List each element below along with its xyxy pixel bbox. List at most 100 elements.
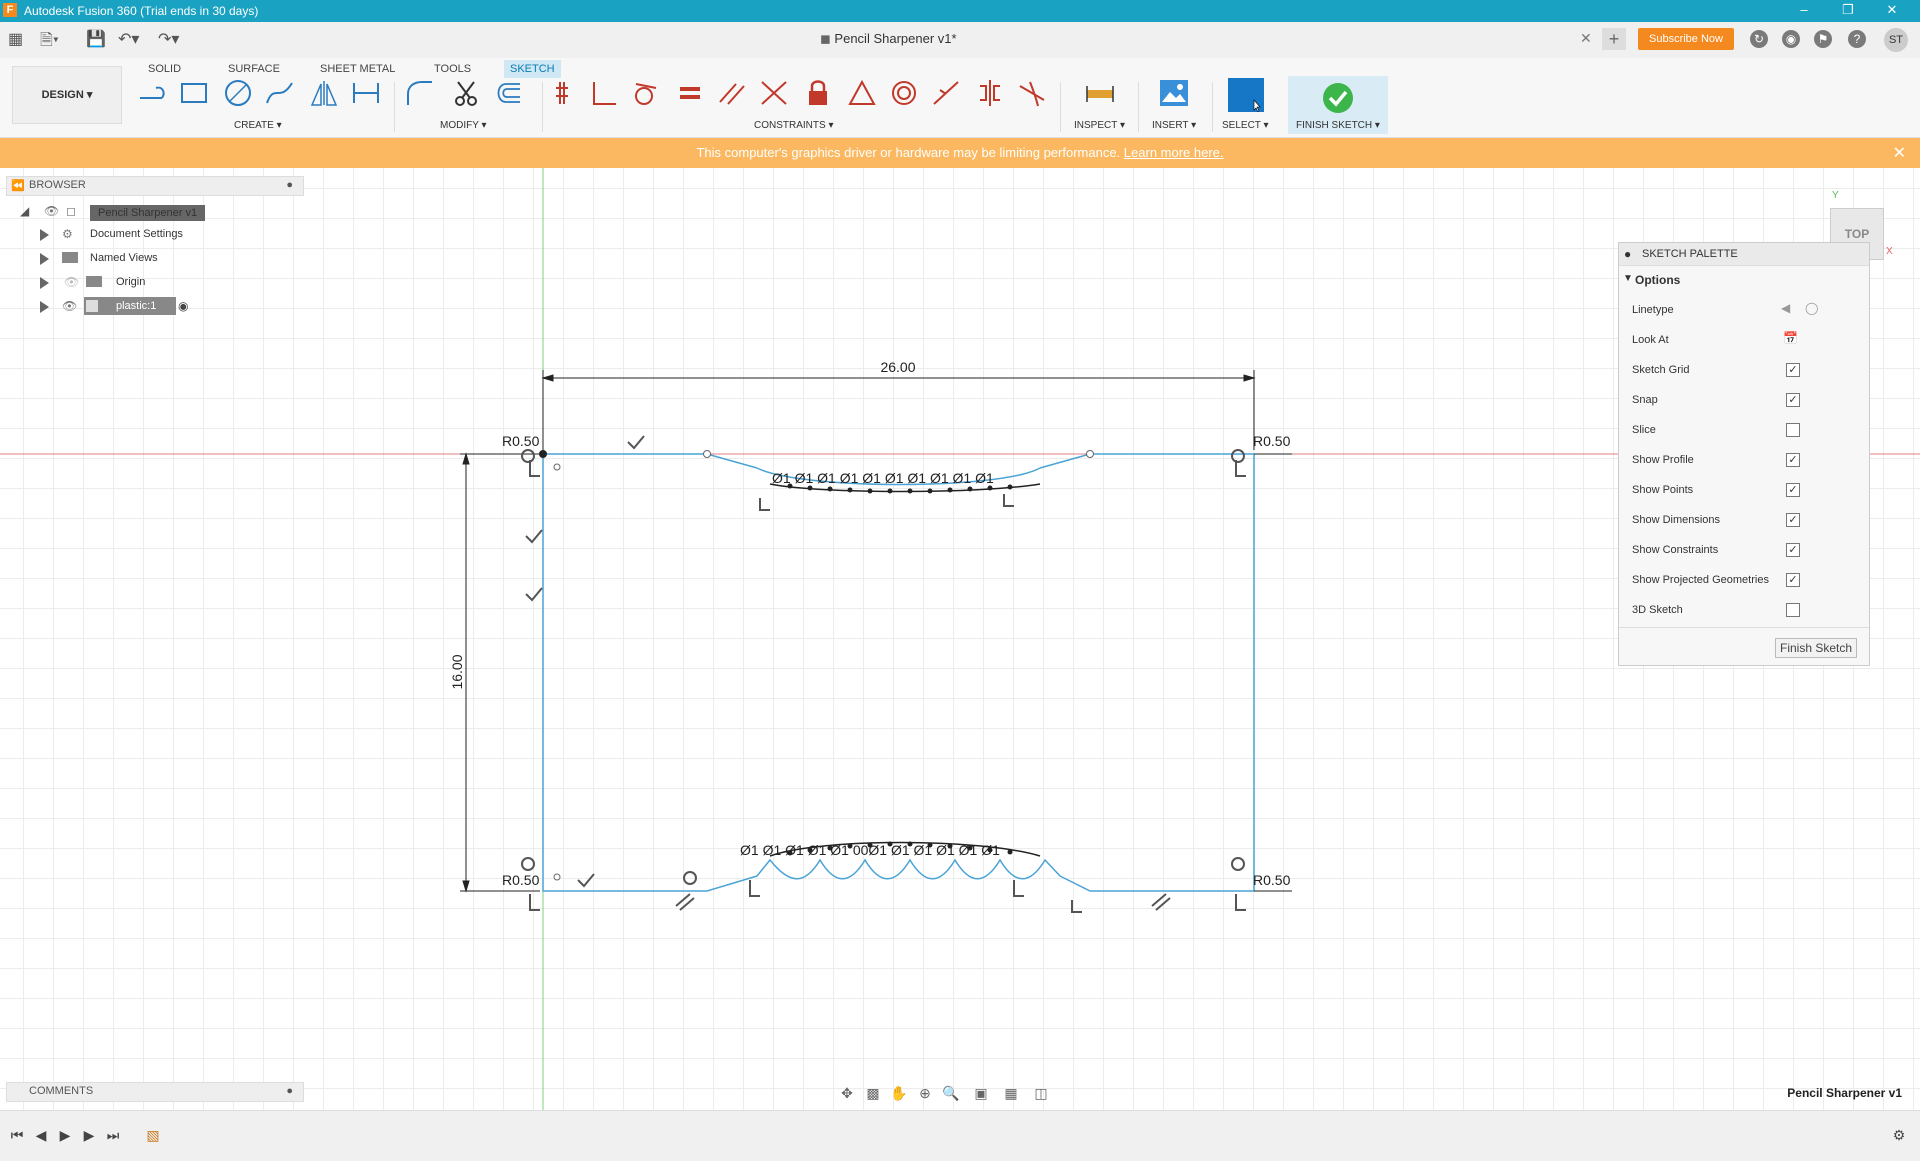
section-expand-icon[interactable]: ▼ bbox=[1623, 273, 1633, 284]
radius-label-top-left[interactable]: R0.50 bbox=[502, 433, 540, 449]
browser-item-label: plastic:1 bbox=[116, 300, 157, 312]
expand-triangle-icon[interactable] bbox=[40, 277, 49, 289]
option-label: Show Dimensions bbox=[1632, 514, 1721, 526]
dimension-lines bbox=[460, 370, 1292, 893]
option-slice[interactable]: Slice bbox=[1619, 417, 1869, 443]
browser-item-label: Origin bbox=[116, 276, 146, 288]
folder-icon bbox=[86, 276, 102, 287]
checkbox[interactable]: ✓ bbox=[1786, 363, 1800, 377]
linetype-label: Linetype bbox=[1632, 304, 1674, 316]
option-sketch-grid[interactable]: Sketch Grid ✓ bbox=[1619, 357, 1869, 383]
option-label: Snap bbox=[1632, 394, 1658, 406]
browser-item-origin[interactable]: 👁 Origin bbox=[6, 273, 302, 295]
browser-item-label: Named Views bbox=[90, 252, 158, 264]
sketch-palette: ● SKETCH PALETTE ▼ Options Linetype ◀ ◯ … bbox=[1618, 242, 1870, 666]
browser-item-label: Pencil Sharpener v1 bbox=[90, 205, 206, 221]
palette-finish-sketch-button[interactable]: Finish Sketch bbox=[1775, 638, 1857, 658]
option-snap[interactable]: Snap ✓ bbox=[1619, 387, 1869, 413]
radius-label-top-right[interactable]: R0.50 bbox=[1253, 433, 1291, 449]
checkbox[interactable] bbox=[1786, 603, 1800, 617]
browser-pin-icon[interactable]: ● bbox=[286, 179, 293, 191]
look-at-nav-icon[interactable]: ▩ bbox=[864, 1084, 882, 1102]
option-show-profile[interactable]: Show Profile ✓ bbox=[1619, 447, 1869, 473]
browser-item-label: Document Settings bbox=[90, 228, 183, 240]
pan-hand-icon[interactable]: ✋ bbox=[890, 1084, 908, 1102]
browser-item-plastic[interactable]: 👁 plastic:1 ◉ bbox=[6, 297, 302, 319]
look-at-label: Look At bbox=[1632, 334, 1669, 346]
status-document-name: Pencil Sharpener v1 bbox=[1787, 1086, 1902, 1100]
display-settings-icon[interactable]: ▣ bbox=[972, 1084, 990, 1102]
width-dimension-label[interactable]: 26.00 bbox=[880, 359, 915, 375]
checkbox[interactable]: ✓ bbox=[1786, 393, 1800, 407]
option-label: Show Profile bbox=[1632, 454, 1694, 466]
grid-settings-icon[interactable]: ▦ bbox=[1002, 1084, 1020, 1102]
expand-triangle-icon[interactable]: ◢ bbox=[20, 204, 29, 218]
checkbox[interactable] bbox=[1786, 423, 1800, 437]
visibility-eye-icon[interactable]: 👁 bbox=[44, 204, 59, 218]
option-label: Show Projected Geometries bbox=[1632, 574, 1769, 586]
y-axis-indicator: Y bbox=[1832, 190, 1839, 201]
height-dimension-label[interactable]: 16.00 bbox=[449, 654, 465, 689]
activate-radio-icon[interactable]: ◉ bbox=[178, 299, 188, 313]
browser-item-root[interactable]: ◢ 👁 ◻ Pencil Sharpener v1 bbox=[6, 202, 302, 224]
browser-panel: ⏪ BROWSER ● ◢ 👁 ◻ Pencil Sharpener v1 ⚙ … bbox=[6, 176, 304, 320]
play-icon[interactable]: ▶ bbox=[56, 1127, 74, 1145]
profile-outline[interactable] bbox=[542, 453, 1255, 892]
palette-header: ● SKETCH PALETTE bbox=[1619, 243, 1869, 266]
sketch-points[interactable] bbox=[539, 450, 1013, 856]
browser-item-document-settings[interactable]: ⚙ Document Settings bbox=[6, 225, 302, 247]
go-to-end-icon[interactable]: ⏭ bbox=[104, 1127, 122, 1145]
palette-divider bbox=[1619, 627, 1869, 628]
zoom-window-icon[interactable]: 🔍 bbox=[942, 1084, 960, 1102]
option-show-points[interactable]: Show Points ✓ bbox=[1619, 477, 1869, 503]
option-show-projected-geometries[interactable]: Show Projected Geometries ✓ bbox=[1619, 567, 1869, 593]
expand-triangle-icon[interactable] bbox=[40, 253, 49, 265]
option-3d-sketch[interactable]: 3D Sketch bbox=[1619, 597, 1869, 623]
hidden-eye-icon[interactable]: 👁 bbox=[64, 275, 79, 289]
endpoint-markers[interactable] bbox=[553, 450, 1094, 881]
visibility-eye-icon[interactable]: 👁 bbox=[62, 299, 77, 313]
expand-triangle-icon[interactable] bbox=[40, 301, 49, 313]
browser-title: BROWSER bbox=[29, 179, 86, 191]
constraint-glyphs[interactable] bbox=[521, 435, 1246, 913]
checkbox[interactable]: ✓ bbox=[1786, 453, 1800, 467]
comments-toggle-icon[interactable]: ● bbox=[286, 1085, 293, 1097]
folder-icon bbox=[62, 252, 78, 263]
orbit-icon[interactable]: ✥ bbox=[838, 1084, 856, 1102]
centerline-linetype-icon[interactable]: ◯ bbox=[1805, 301, 1818, 315]
option-show-constraints[interactable]: Show Constraints ✓ bbox=[1619, 537, 1869, 563]
curve-point-chain bbox=[769, 483, 1041, 857]
checkbox[interactable]: ✓ bbox=[1786, 543, 1800, 557]
timeline-settings-gear-icon[interactable]: ⚙ bbox=[1890, 1127, 1908, 1145]
option-label: Show Points bbox=[1632, 484, 1694, 496]
comments-panel[interactable]: COMMENTS ● bbox=[6, 1082, 304, 1102]
look-at-icon[interactable]: 📅 bbox=[1783, 331, 1798, 345]
palette-row-look-at: Look At 📅 bbox=[1619, 327, 1869, 353]
checkbox[interactable]: ✓ bbox=[1786, 513, 1800, 527]
go-to-start-icon[interactable]: ⏮ bbox=[8, 1127, 26, 1145]
sketch-timeline-feature-icon[interactable]: ▧ bbox=[144, 1127, 162, 1145]
zoom-icon[interactable]: ⊕ bbox=[916, 1084, 934, 1102]
option-label: Show Constraints bbox=[1632, 544, 1719, 556]
palette-title: SKETCH PALETTE bbox=[1642, 248, 1738, 260]
comments-title: COMMENTS bbox=[29, 1085, 94, 1097]
checkbox[interactable]: ✓ bbox=[1786, 483, 1800, 497]
expand-triangle-icon[interactable] bbox=[40, 229, 49, 241]
option-label: Slice bbox=[1632, 424, 1656, 436]
step-back-icon[interactable]: ◀ bbox=[32, 1127, 50, 1145]
palette-section-options[interactable]: ▼ Options bbox=[1619, 267, 1869, 293]
collapse-panel-icon[interactable]: ⏪ bbox=[11, 179, 25, 192]
checkbox[interactable]: ✓ bbox=[1786, 573, 1800, 587]
option-show-dimensions[interactable]: Show Dimensions ✓ bbox=[1619, 507, 1869, 533]
palette-collapse-icon[interactable]: ● bbox=[1624, 247, 1631, 261]
top-curve-dimensions[interactable]: Ø1 Ø1 Ø1 Ø1 Ø1 Ø1 Ø1 Ø1 Ø1 Ø1 bbox=[772, 470, 994, 486]
browser-item-named-views[interactable]: Named Views bbox=[6, 249, 302, 271]
step-forward-icon[interactable]: ▶ bbox=[80, 1127, 98, 1145]
radius-label-bottom-left[interactable]: R0.50 bbox=[502, 872, 540, 888]
construction-linetype-icon[interactable]: ◀ bbox=[1781, 301, 1790, 315]
viewports-icon[interactable]: ◫ bbox=[1032, 1084, 1050, 1102]
component-icon: ◻ bbox=[66, 204, 76, 218]
body-icon bbox=[86, 300, 98, 312]
x-axis-indicator: X bbox=[1886, 246, 1893, 257]
radius-label-bottom-right[interactable]: R0.50 bbox=[1253, 872, 1291, 888]
